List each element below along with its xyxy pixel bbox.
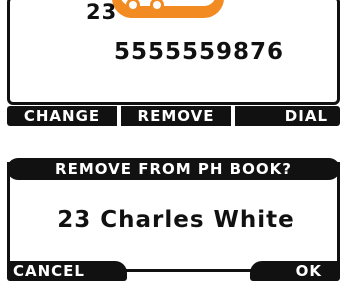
- dial-button[interactable]: DIAL: [235, 106, 340, 126]
- change-button[interactable]: CHANGE: [7, 106, 117, 126]
- cancel-button[interactable]: CANCEL: [7, 261, 127, 281]
- softkey-bar: CHANGE REMOVE DIAL: [7, 106, 340, 126]
- tab-dot-icon: [150, 0, 164, 12]
- top-tab-decoration: [112, 0, 224, 18]
- phone-number: 5555559876: [114, 39, 285, 65]
- ok-button[interactable]: OK: [250, 261, 340, 281]
- softkey-bar: CANCEL OK: [7, 261, 340, 281]
- contact-name: 23 Charles White: [57, 207, 295, 233]
- remove-button[interactable]: REMOVE: [121, 106, 231, 126]
- remove-confirmation-screen: REMOVE FROM PH BOOK? 23 Charles White CA…: [0, 152, 352, 283]
- phonebook-entry-screen: 23 5555559876 CHANGE REMOVE DIAL: [0, 0, 352, 126]
- dialog-title: REMOVE FROM PH BOOK?: [7, 158, 340, 180]
- tab-dot-icon: [126, 0, 140, 12]
- entry-index: 23: [86, 0, 118, 24]
